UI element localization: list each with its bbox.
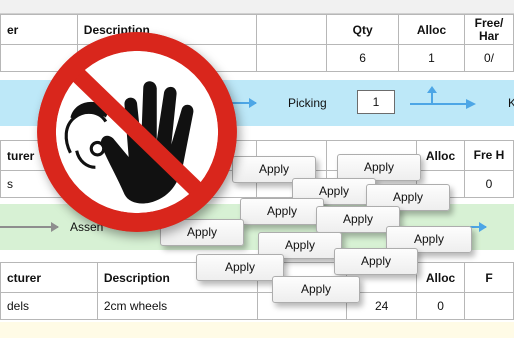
split-arrow-icon [410,86,476,109]
cell-description: 2cm wheels [96,292,258,320]
col-free-hard: Free/ Har [463,14,514,45]
apply-button[interactable]: Apply [337,154,421,181]
col-free-hard: Fre H [464,140,514,171]
window-top-bar [0,0,514,14]
step-label-picking: Picking [288,96,327,110]
apply-button[interactable]: Apply [334,248,418,275]
col-qty: Qty [326,14,400,45]
apply-button[interactable]: Apply [196,254,284,281]
col-alloc: Alloc [398,14,465,45]
col-alloc: Alloc [416,262,466,293]
cell-manufacturer: dels [0,292,98,320]
picking-count-field[interactable]: 1 [357,90,395,114]
prohibited-stop-hand-icon [37,32,237,232]
col-blank [256,14,328,45]
workflow-band-bottom [0,322,514,338]
col-manufacturer: cturer [0,262,98,293]
cell-free-hard: 0/ [463,44,514,72]
col-alloc: Alloc [416,140,465,171]
cell-blank [256,44,328,72]
apply-button[interactable]: Apply [272,276,360,303]
cell-qty: 6 [326,44,400,72]
cell-free-hard [464,292,514,320]
step-label-next: K [508,96,514,110]
table-row[interactable]: dels 2cm wheels 24 0 [0,292,514,320]
cell-alloc: 0 [416,292,466,320]
apply-button[interactable]: Apply [240,198,324,225]
col-free-hard: F [464,262,514,293]
flow-arrow-icon [470,222,487,232]
cell-free-hard: 0 [464,170,514,198]
cell-alloc: 1 [398,44,465,72]
